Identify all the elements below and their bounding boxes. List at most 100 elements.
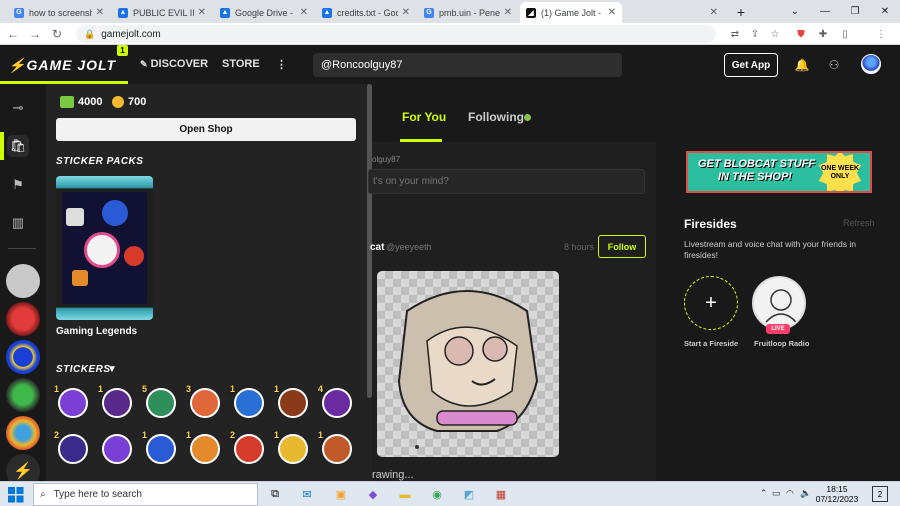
sticker-item[interactable]: 2: [230, 430, 266, 466]
post-image[interactable]: [377, 271, 559, 457]
network-icon[interactable]: ▭: [772, 488, 781, 499]
close-tab-icon[interactable]: ✕: [300, 7, 308, 18]
promo-line-2: IN THE SHOP!: [718, 171, 792, 183]
sticker-item[interactable]: 1: [54, 384, 90, 420]
minimize-icon[interactable]: —: [810, 0, 840, 23]
forward-icon[interactable]: →: [26, 25, 44, 43]
community-avatar[interactable]: [6, 378, 40, 412]
chrome-icon[interactable]: ◉: [428, 486, 446, 503]
close-window-icon[interactable]: ✕: [870, 0, 900, 23]
lock-icon: 🔒: [84, 28, 96, 39]
sticker-item[interactable]: 4: [318, 384, 354, 420]
browser-tab[interactable]: G how to screensho ✕: [8, 2, 110, 23]
community-avatar[interactable]: [6, 302, 40, 336]
sticker-item[interactable]: 1: [274, 384, 310, 420]
app-icon[interactable]: ▣: [332, 486, 350, 503]
tab-for-you[interactable]: For You: [402, 110, 446, 124]
sticker-item[interactable]: 3: [186, 384, 222, 420]
file-explorer-icon[interactable]: ▬: [396, 486, 414, 503]
gamejolt-logo[interactable]: ⚡GAME JOLT: [8, 57, 116, 74]
nav-store[interactable]: STORE: [222, 58, 260, 70]
taskbar-search-input[interactable]: ⌕ Type here to search: [33, 483, 258, 506]
restore-icon[interactable]: ❐: [840, 0, 870, 23]
tab-search-icon[interactable]: ⌄: [780, 0, 810, 23]
browser-tab[interactable]: G pmb.uin - Penelo ✕: [418, 2, 518, 23]
translate-icon[interactable]: ⇄: [728, 27, 742, 41]
close-tab-icon[interactable]: ✕: [710, 7, 718, 18]
library-icon[interactable]: ▥: [7, 212, 29, 234]
pack-sticker-art: [72, 270, 88, 286]
tray-chevron-icon[interactable]: ⌃: [760, 488, 768, 499]
shop-promo-banner[interactable]: GET BLOBCAT STUFF IN THE SHOP! ONE WEEK …: [686, 151, 872, 193]
app-icon[interactable]: ◆: [364, 486, 382, 503]
community-avatar[interactable]: [6, 340, 40, 374]
refresh-link[interactable]: Refresh: [843, 218, 875, 228]
start-fireside-button[interactable]: +: [684, 276, 738, 330]
sticker-item[interactable]: 2: [54, 430, 90, 466]
close-tab-icon[interactable]: ✕: [96, 7, 104, 18]
app-icon[interactable]: ▦: [492, 486, 510, 503]
back-icon[interactable]: ←: [4, 25, 22, 43]
mail-icon[interactable]: ✉: [298, 486, 316, 503]
community-avatar[interactable]: [6, 264, 40, 298]
extensions-puzzle-icon[interactable]: ✚: [816, 27, 830, 41]
filter-icon[interactable]: ▼: [107, 364, 117, 375]
close-tab-icon[interactable]: ✕: [504, 7, 512, 18]
sticker-item[interactable]: 1: [98, 384, 134, 420]
task-view-icon[interactable]: ⧉: [266, 486, 284, 503]
sticker-count: 1: [230, 384, 236, 394]
url-bar[interactable]: 🔒 gamejolt.com: [76, 25, 716, 43]
notification-center-icon[interactable]: 2: [872, 486, 888, 502]
browser-tab[interactable]: ▲ Google Drive - Pe ✕: [214, 2, 314, 23]
close-tab-icon[interactable]: ✕: [198, 7, 206, 18]
sticker-item[interactable]: 1: [274, 430, 310, 466]
tab-following[interactable]: Following: [468, 110, 524, 124]
bell-icon[interactable]: 🔔: [794, 57, 810, 73]
quest-icon[interactable]: ⚑: [7, 174, 29, 196]
google-favicon-icon: G: [14, 7, 24, 18]
volume-icon[interactable]: 🔈: [800, 488, 811, 499]
sticker-item[interactable]: [98, 430, 134, 466]
user-avatar[interactable]: [861, 54, 881, 74]
new-tab-icon[interactable]: +: [726, 0, 756, 23]
post-author[interactable]: cat: [370, 242, 384, 253]
post-handle[interactable]: @yeeyeeth: [386, 242, 432, 252]
post-composer-input[interactable]: t's on your mind?: [368, 169, 645, 194]
browser-menu-icon[interactable]: ⋮: [874, 27, 888, 41]
bookmark-star-icon[interactable]: ☆: [768, 27, 782, 41]
community-avatar[interactable]: [6, 416, 40, 450]
sticker-item[interactable]: 1: [186, 430, 222, 466]
close-tab-icon[interactable]: ✕: [402, 7, 410, 18]
browser-tab-empty[interactable]: ✕: [624, 2, 724, 23]
browser-tab-active[interactable]: ◢ (1) Game Jolt - Sh ✕: [520, 2, 622, 23]
reload-icon[interactable]: ↻: [48, 25, 66, 43]
browser-tab[interactable]: ▲ credits.txt - Goog ✕: [316, 2, 416, 23]
shop-bag-icon[interactable]: 🛍: [7, 135, 29, 157]
open-shop-button[interactable]: Open Shop: [56, 118, 356, 141]
sticker-item[interactable]: 1: [142, 430, 178, 466]
friends-icon[interactable]: ⚇: [826, 57, 842, 73]
close-tab-icon[interactable]: ✕: [608, 7, 616, 18]
more-menu-icon[interactable]: ⋮: [276, 58, 287, 71]
shield-extension-icon[interactable]: ⛊: [794, 27, 808, 41]
active-indicator: [0, 132, 4, 160]
browser-tab[interactable]: ▲ PUBLIC EVIL IMPO ✕: [112, 2, 212, 23]
side-panel-icon[interactable]: ▯: [838, 27, 852, 41]
nav-discover[interactable]: ✎ DISCOVER: [140, 58, 208, 70]
fireside-avatar[interactable]: [752, 276, 806, 330]
sticker-item[interactable]: 5: [142, 384, 178, 420]
sticker-art: [278, 434, 308, 464]
follow-button[interactable]: Follow: [598, 235, 646, 258]
sticker-item[interactable]: 1: [318, 430, 354, 466]
share-icon[interactable]: ⇪: [748, 27, 762, 41]
sticker-pack-card[interactable]: [56, 176, 153, 320]
taskbar-clock[interactable]: 18:15 07/12/2023: [814, 484, 860, 504]
wifi-icon[interactable]: ◠: [786, 488, 794, 499]
get-app-button[interactable]: Get App: [724, 53, 778, 77]
toggle-icon[interactable]: ⊸: [7, 97, 29, 119]
fireside-name[interactable]: Fruitloop Radio: [754, 339, 809, 348]
sticker-item[interactable]: 1: [230, 384, 266, 420]
windows-start-icon[interactable]: [8, 487, 24, 503]
app-icon[interactable]: ◩: [460, 486, 478, 503]
search-input[interactable]: @Roncoolguy87: [313, 53, 622, 77]
